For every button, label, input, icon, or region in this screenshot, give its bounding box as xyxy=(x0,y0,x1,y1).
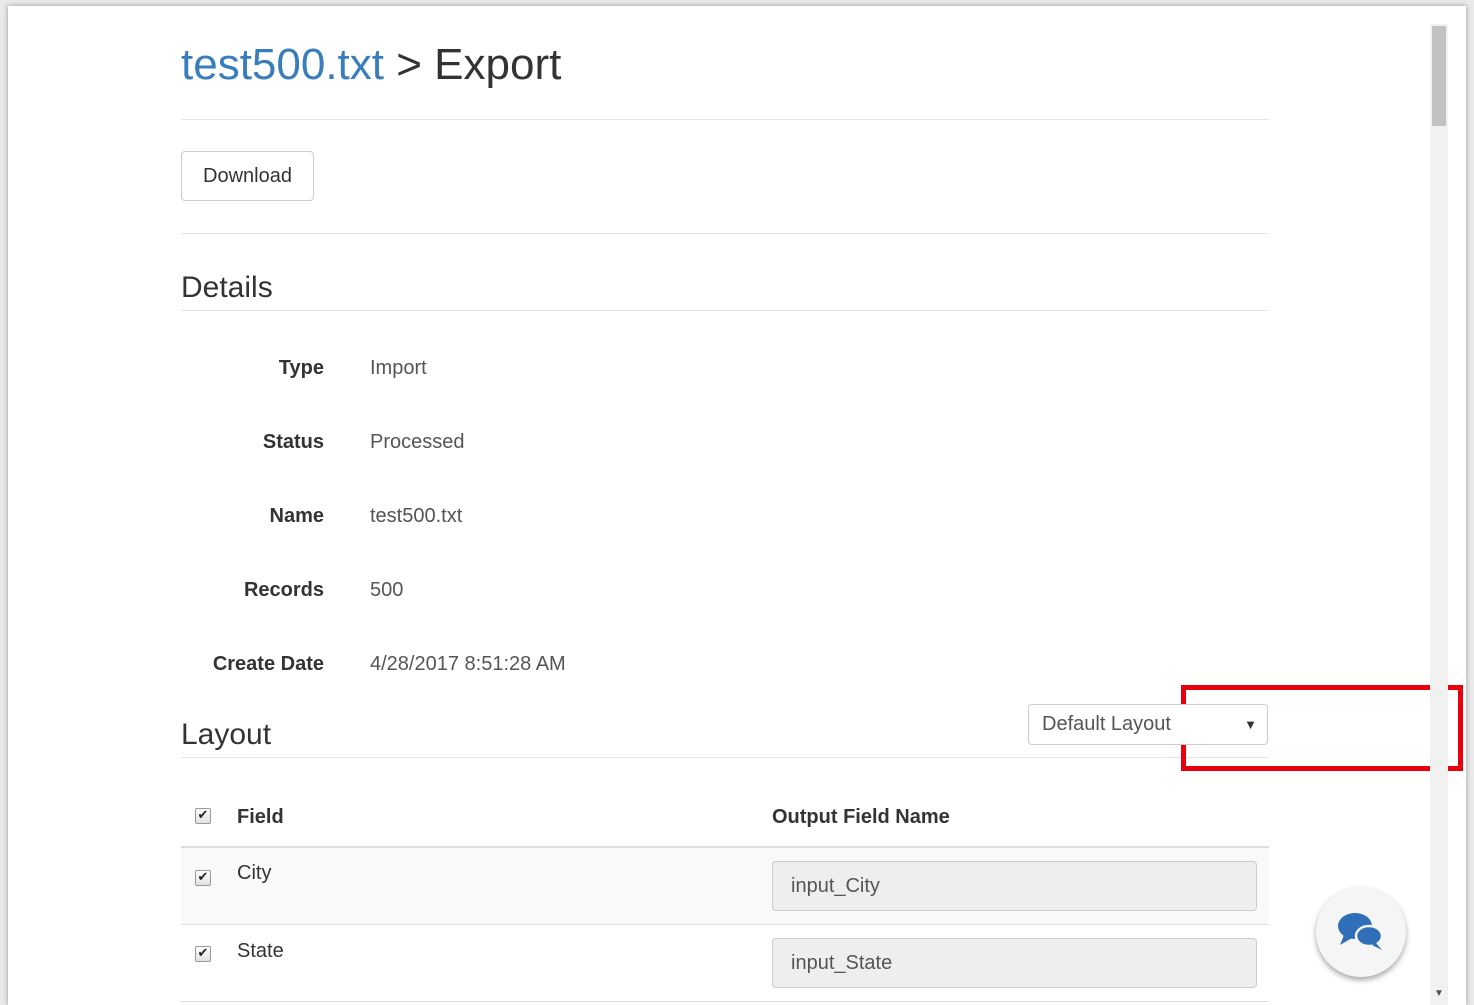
row-checkbox[interactable]: ✔ xyxy=(195,946,211,962)
row-checkbox[interactable]: ✔ xyxy=(195,870,211,886)
download-button[interactable]: Download xyxy=(181,151,314,201)
scroll-down-arrow-icon[interactable]: ▼ xyxy=(1434,989,1444,999)
detail-row-type: Type Import xyxy=(181,353,981,383)
detail-label: Create Date xyxy=(212,653,324,675)
select-all-checkbox[interactable]: ✔ xyxy=(195,808,211,824)
layout-select[interactable]: Default Layout ▼ xyxy=(1028,704,1268,745)
detail-label: Records xyxy=(243,579,324,601)
page-title: test500.txt > Export xyxy=(181,38,561,92)
layout-select-value: Default Layout xyxy=(1042,713,1171,735)
chat-bubbles-icon xyxy=(1338,913,1384,950)
detail-value: 500 xyxy=(370,579,404,601)
details-heading: Details xyxy=(181,271,273,304)
file-link[interactable]: test500.txt xyxy=(181,40,384,89)
checkmark-icon: ✔ xyxy=(197,808,209,823)
vertical-scrollbar[interactable]: ▼ xyxy=(1430,24,1448,1005)
checkmark-icon: ✔ xyxy=(197,870,209,885)
divider xyxy=(181,119,1269,120)
layout-heading: Layout xyxy=(181,718,272,751)
detail-row-status: Status Processed xyxy=(181,427,981,457)
breadcrumb-separator: > xyxy=(384,40,435,89)
checkmark-icon: ✔ xyxy=(197,946,209,961)
column-header-field: Field xyxy=(237,806,284,828)
chat-button[interactable] xyxy=(1316,887,1406,977)
column-header-output-field-name: Output Field Name xyxy=(772,806,950,828)
detail-value: Processed xyxy=(370,431,465,453)
field-name: City xyxy=(237,862,272,884)
table-row: ✔ City xyxy=(181,848,1269,925)
output-field-name-input[interactable] xyxy=(772,938,1257,988)
table-row: ✔ State xyxy=(181,925,1269,1002)
detail-value: Import xyxy=(370,357,427,379)
field-name: State xyxy=(237,940,284,962)
detail-row-name: Name test500.txt xyxy=(181,501,981,531)
divider xyxy=(181,233,1269,234)
detail-label: Name xyxy=(269,505,324,527)
detail-label: Status xyxy=(262,431,324,453)
table-header: ✔ Field Output Field Name xyxy=(181,790,1269,848)
detail-value: test500.txt xyxy=(370,505,463,527)
detail-value: 4/28/2017 8:51:28 AM xyxy=(370,653,566,675)
scrollbar-thumb[interactable] xyxy=(1432,26,1446,126)
detail-row-create-date: Create Date 4/28/2017 8:51:28 AM xyxy=(181,649,981,679)
divider xyxy=(181,310,1269,311)
caret-down-icon: ▼ xyxy=(1244,717,1257,732)
detail-label: Type xyxy=(278,357,324,379)
page-name: Export xyxy=(434,40,562,89)
app-window: test500.txt > Export Download Details Ty… xyxy=(8,6,1466,1005)
output-field-name-input[interactable] xyxy=(772,861,1257,911)
detail-row-records: Records 500 xyxy=(181,575,981,605)
divider xyxy=(181,757,1269,758)
